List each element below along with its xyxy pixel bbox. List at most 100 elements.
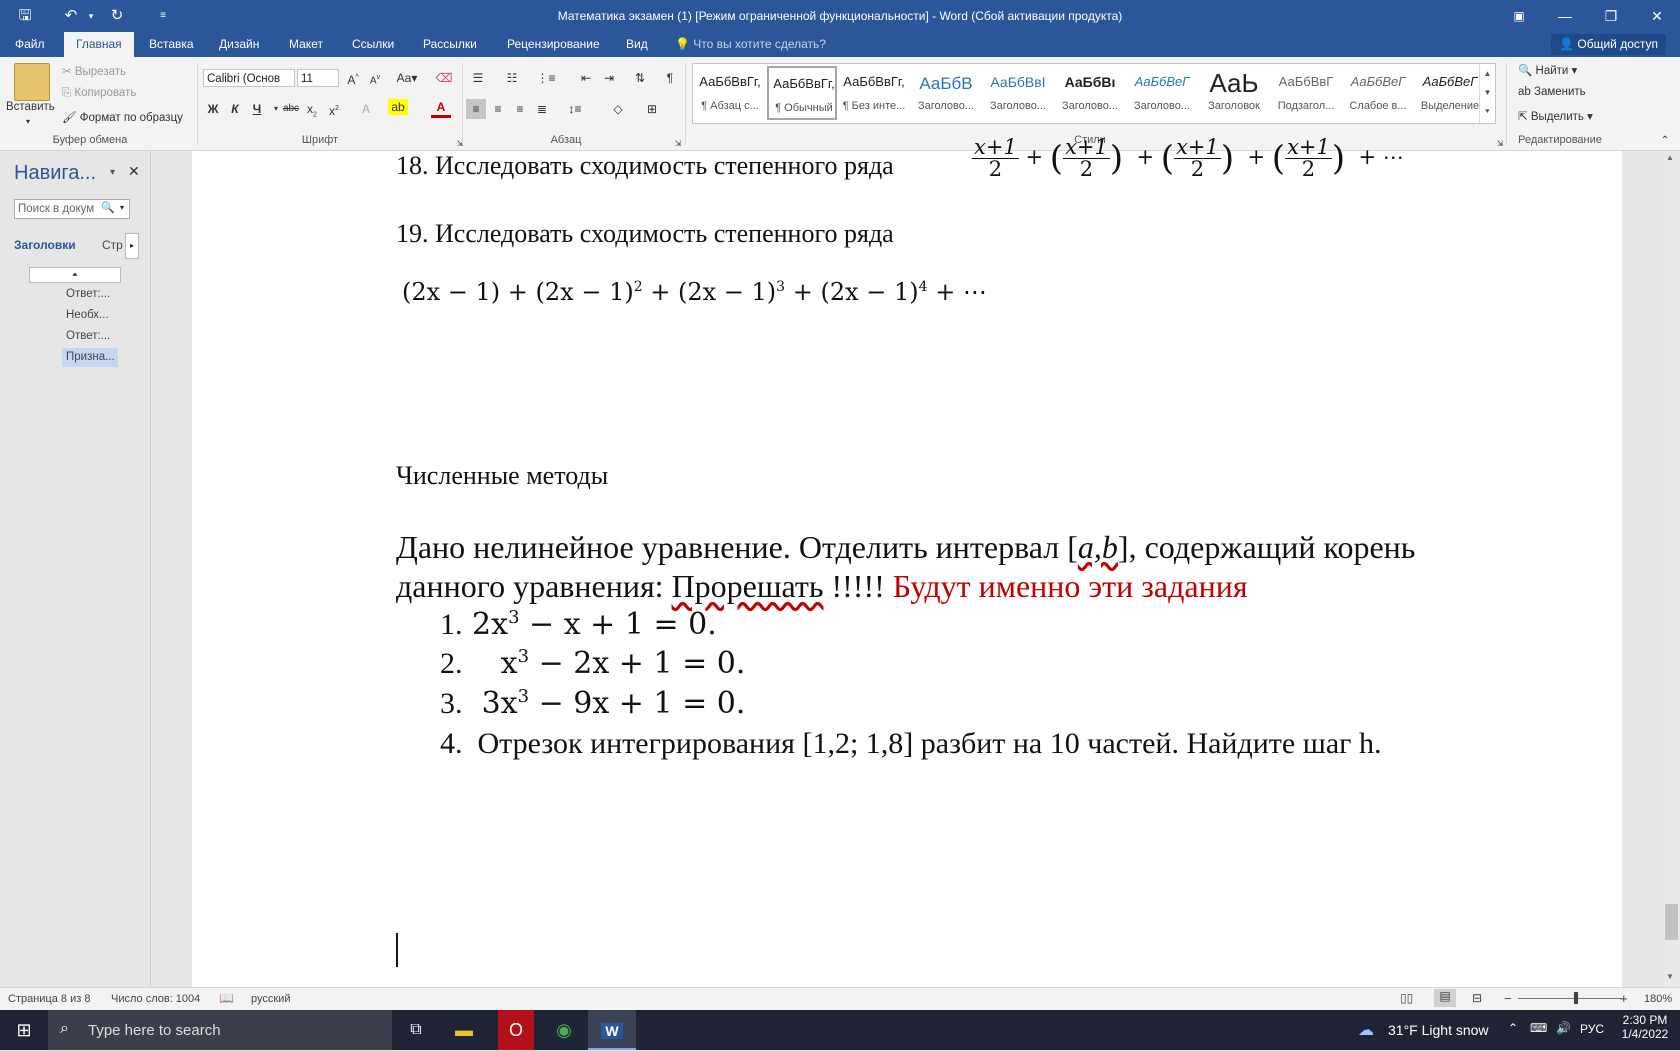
nav-close-icon[interactable]: ✕ [128, 163, 140, 180]
shrink-font-icon[interactable]: Av [365, 68, 385, 88]
tray-chevron-icon[interactable]: ⌃ [1508, 1021, 1518, 1035]
search-dropdown-icon[interactable]: ▾ [120, 203, 124, 212]
tab-design[interactable]: Дизайн [207, 32, 271, 57]
tab-mailings[interactable]: Рассылки [411, 32, 489, 57]
zoom-slider-thumb[interactable] [1574, 992, 1578, 1004]
scrollbar-thumb[interactable] [1665, 904, 1678, 940]
align-right-icon[interactable]: ≡ [510, 99, 530, 119]
nav-heading-item[interactable]: Ответ:... [66, 288, 110, 300]
change-case-icon[interactable]: Aa▾ [393, 68, 421, 88]
nav-tab-scroll-icon[interactable]: ▸ [125, 233, 139, 259]
align-left-icon[interactable]: ≡ [466, 99, 486, 119]
bullets-icon[interactable]: ☰ [468, 68, 488, 88]
ribbon-display-icon[interactable]: ▣ [1496, 0, 1542, 32]
clear-formatting-icon[interactable]: ⌫ [434, 68, 454, 88]
read-mode-icon[interactable]: ▯▯ [1400, 991, 1413, 1005]
font-size-combo[interactable]: 11 [297, 69, 339, 87]
multilevel-list-icon[interactable]: ⋮≡ [536, 68, 556, 88]
style-title[interactable]: АаЬ Заголовок [1199, 66, 1269, 120]
show-marks-icon[interactable]: ¶ [660, 68, 680, 88]
style-no-spacing[interactable]: АаБбВвГг, ¶ Без инте... [839, 66, 909, 120]
select-button[interactable]: ⇱ Выделить ▾ [1518, 109, 1593, 123]
scroll-up-icon[interactable]: ▲ [1666, 153, 1674, 162]
opera-icon[interactable]: O [498, 1010, 534, 1050]
strikethrough-button[interactable]: abc [281, 99, 301, 119]
tab-review[interactable]: Рецензирование [495, 32, 612, 57]
justify-icon[interactable]: ≣ [532, 99, 552, 119]
superscript-icon[interactable]: x2 [324, 99, 344, 119]
zoom-slider[interactable] [1518, 998, 1622, 999]
nav-tab-headings[interactable]: Заголовки [14, 238, 76, 252]
word-taskbar-icon[interactable]: W [588, 1010, 636, 1050]
style-subtle-emphasis[interactable]: АаБбВеГ Слабое в... [1343, 66, 1413, 120]
shading-icon[interactable]: ◇ [608, 99, 628, 119]
nav-collapse-top-icon[interactable]: ⏶ [29, 267, 121, 283]
paste-icon[interactable] [14, 63, 50, 101]
input-language[interactable]: РУС [1580, 1022, 1604, 1036]
paste-dropdown-icon[interactable]: ▾ [26, 117, 30, 126]
share-button[interactable]: 👤 Общий доступ [1551, 34, 1666, 55]
maximize-button[interactable]: ❐ [1588, 0, 1634, 32]
style-heading-1[interactable]: АаБбВ Заголово... [911, 66, 981, 120]
italic-button[interactable]: К [225, 99, 245, 119]
tab-file[interactable]: Файл [3, 32, 57, 57]
search-icon[interactable]: 🔍 [101, 201, 115, 214]
tab-home[interactable]: Главная [64, 32, 134, 57]
sort-icon[interactable]: ⇅ [630, 68, 650, 88]
style-heading-4[interactable]: АаБбВеГ Заголово... [1127, 66, 1197, 120]
file-explorer-icon[interactable]: ▬ [440, 1010, 488, 1050]
nav-heading-item[interactable]: Ответ:... [66, 330, 110, 342]
styles-scroll-buttons[interactable]: ▲ ▼ ⯆ [1479, 64, 1495, 123]
taskbar-search-box[interactable]: ⌕ Type here to search [48, 1010, 392, 1050]
tell-me-search[interactable]: 💡 Что вы хотите сделать? [675, 32, 826, 57]
format-painter-button[interactable]: 🖌 Формат по образцу [62, 110, 183, 124]
windows-start-icon[interactable]: ⊞ [0, 1010, 48, 1050]
clock[interactable]: 2:30 PM 1/4/2022 [1620, 1013, 1670, 1041]
language-status[interactable]: русский [251, 993, 290, 1005]
replace-button[interactable]: ab Заменить [1518, 86, 1586, 98]
bold-button[interactable]: Ж [203, 99, 223, 119]
decrease-indent-icon[interactable]: ⇤ [576, 68, 596, 88]
style-normal[interactable]: АаБбВвГг, ¶ Обычный [767, 66, 837, 120]
borders-icon[interactable]: ⊞ [642, 99, 662, 119]
task-view-icon[interactable]: ⧉ [392, 1010, 440, 1050]
scroll-down-icon[interactable]: ▼ [1666, 972, 1674, 981]
zoom-level[interactable]: 180% [1644, 993, 1672, 1005]
volume-icon[interactable]: 🔊 [1556, 1021, 1571, 1035]
tab-view[interactable]: Вид [614, 32, 660, 57]
line-spacing-icon[interactable]: ↕≡ [565, 99, 585, 119]
collapse-ribbon-icon[interactable]: ⌃ [1655, 131, 1675, 151]
close-button[interactable]: ✕ [1634, 0, 1680, 32]
zoom-in-icon[interactable]: + [1620, 991, 1628, 1006]
vertical-scrollbar[interactable]: ▲ ▼ [1663, 151, 1680, 987]
paste-button[interactable]: Вставить [6, 101, 55, 113]
text-effects-icon[interactable]: A [356, 99, 376, 119]
style-subtitle[interactable]: АаБбВвГ Подзагол... [1271, 66, 1341, 120]
highlight-icon[interactable]: ab [388, 99, 408, 115]
style-heading-3[interactable]: АаБбВı Заголово... [1055, 66, 1125, 120]
subscript-icon[interactable]: x2 [302, 99, 322, 119]
print-layout-icon[interactable]: ▤ [1434, 989, 1456, 1007]
copy-button[interactable]: ⎘ Копировать [62, 87, 136, 100]
align-center-icon[interactable]: ≡ [488, 99, 508, 119]
page-count[interactable]: Страница 8 из 8 [8, 993, 90, 1005]
style-heading-2[interactable]: АаБбВвІ Заголово... [983, 66, 1053, 120]
chrome-icon[interactable]: ◉ [540, 1010, 588, 1050]
nav-options-icon[interactable]: ▾ [110, 167, 115, 178]
proofing-icon[interactable]: 📖 [219, 991, 234, 1005]
nav-heading-item-selected[interactable]: Призна... [62, 348, 118, 367]
weather-text[interactable]: 31°F Light snow [1388, 1022, 1489, 1038]
font-color-icon[interactable]: A [431, 99, 451, 118]
tab-insert[interactable]: Вставка [137, 32, 206, 57]
document-page[interactable]: 18. Исследовать сходимость степенного ря… [192, 137, 1622, 987]
cut-button[interactable]: ✂ Вырезать [62, 64, 126, 78]
nav-tab-pages[interactable]: Стр [102, 238, 123, 252]
find-button[interactable]: 🔍 Найти ▾ [1518, 63, 1577, 77]
grow-font-icon[interactable]: A^ [343, 68, 363, 88]
style-emphasis[interactable]: АаБбВеГ Выделение [1415, 66, 1485, 120]
numbering-icon[interactable]: ☷ [502, 68, 522, 88]
font-name-combo[interactable]: Calibri (Основ [203, 69, 295, 87]
underline-button[interactable]: Ч [247, 99, 267, 119]
word-count[interactable]: Число слов: 1004 [111, 993, 200, 1005]
zoom-out-icon[interactable]: − [1504, 991, 1512, 1006]
